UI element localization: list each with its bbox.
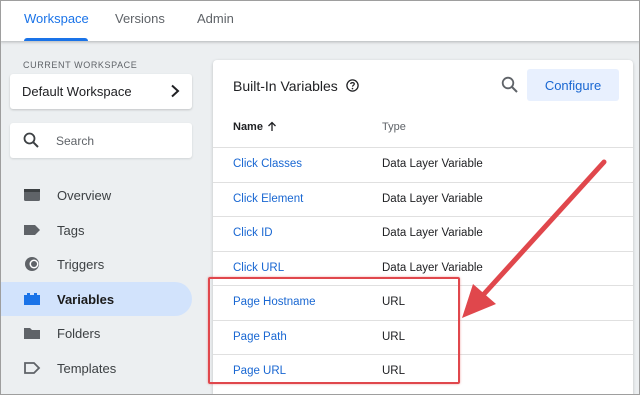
table-row: Click Element Data Layer Variable (213, 181, 633, 217)
sort-ascending-icon (267, 121, 277, 135)
table-header: Name Type (213, 112, 633, 147)
sidebar-search[interactable] (10, 123, 192, 158)
overview-icon (23, 187, 41, 203)
table-row: Click ID Data Layer Variable (213, 216, 633, 251)
table-row: Page Hostname URL (213, 285, 633, 320)
help-icon[interactable] (346, 79, 359, 97)
card-title: Built-In Variables (233, 78, 338, 94)
variable-type: Data Layer Variable (382, 227, 483, 239)
folder-icon (23, 325, 41, 341)
column-header-name-label: Name (233, 121, 263, 133)
table-row: Click Classes Data Layer Variable (213, 147, 633, 182)
sidebar-item-variables[interactable]: Variables (0, 281, 192, 316)
sidebar-item-templates[interactable]: Templates (0, 351, 192, 386)
built-in-variables-card: Built-In Variables Configure Name Type C… (213, 60, 633, 395)
workspace-name: Default Workspace (22, 84, 132, 99)
sidebar-item-tags[interactable]: Tags (0, 213, 192, 248)
table-row: Click URL Data Layer Variable (213, 250, 633, 286)
sidebar-item-label: Templates (57, 360, 117, 376)
tab-versions[interactable]: Versions (115, 0, 165, 41)
table-row: Page Path URL (213, 319, 633, 355)
sidebar-item-label: Triggers (57, 257, 105, 272)
trigger-icon (23, 256, 41, 272)
search-icon[interactable] (501, 76, 518, 98)
top-tab-bar: Workspace Versions Admin (0, 0, 640, 41)
column-header-name[interactable]: Name (233, 121, 277, 135)
table-row: Page URL URL (213, 354, 633, 389)
variable-name-link[interactable]: Page Hostname (233, 296, 315, 308)
sidebar-item-label: Tags (57, 222, 85, 238)
variable-type: URL (382, 296, 406, 308)
variable-name-link[interactable]: Page Path (233, 331, 287, 343)
variable-type: Data Layer Variable (382, 158, 483, 170)
variable-name-link[interactable]: Click ID (233, 227, 273, 239)
sidebar-item-label: Variables (57, 291, 115, 307)
chevron-right-icon (170, 84, 180, 103)
configure-button[interactable]: Configure (527, 69, 619, 101)
search-icon (23, 132, 39, 153)
tab-workspace[interactable]: Workspace (24, 0, 89, 41)
column-header-type: Type (382, 121, 406, 133)
sidebar-item-folders[interactable]: Folders (0, 316, 192, 351)
search-input[interactable] (56, 132, 180, 150)
variable-name-link[interactable]: Click Element (233, 193, 303, 205)
variables-icon (23, 291, 41, 307)
variable-type: Data Layer Variable (382, 261, 483, 274)
variable-type: URL (382, 365, 406, 377)
current-workspace-caption: CURRENT WORKSPACE (23, 60, 138, 70)
variable-name-link[interactable]: Click URL (233, 262, 284, 274)
sidebar-nav: Overview Tags Triggers Variables Folders… (0, 178, 192, 385)
workspace-selector[interactable]: Default Workspace (10, 74, 192, 109)
sidebar-item-triggers[interactable]: Triggers (0, 247, 192, 282)
template-icon (23, 360, 41, 376)
variables-table-body: Click Classes Data Layer Variable Click … (213, 147, 633, 389)
sidebar-item-label: Overview (57, 188, 112, 203)
variable-type: Data Layer Variable (382, 192, 483, 205)
sidebar-item-overview[interactable]: Overview (0, 178, 192, 213)
sidebar-item-label: Folders (57, 326, 101, 341)
variable-type: URL (382, 330, 406, 343)
variable-name-link[interactable]: Page URL (233, 365, 286, 377)
variable-name-link[interactable]: Click Classes (233, 158, 302, 170)
tab-admin[interactable]: Admin (197, 0, 234, 41)
tag-icon (23, 222, 41, 238)
